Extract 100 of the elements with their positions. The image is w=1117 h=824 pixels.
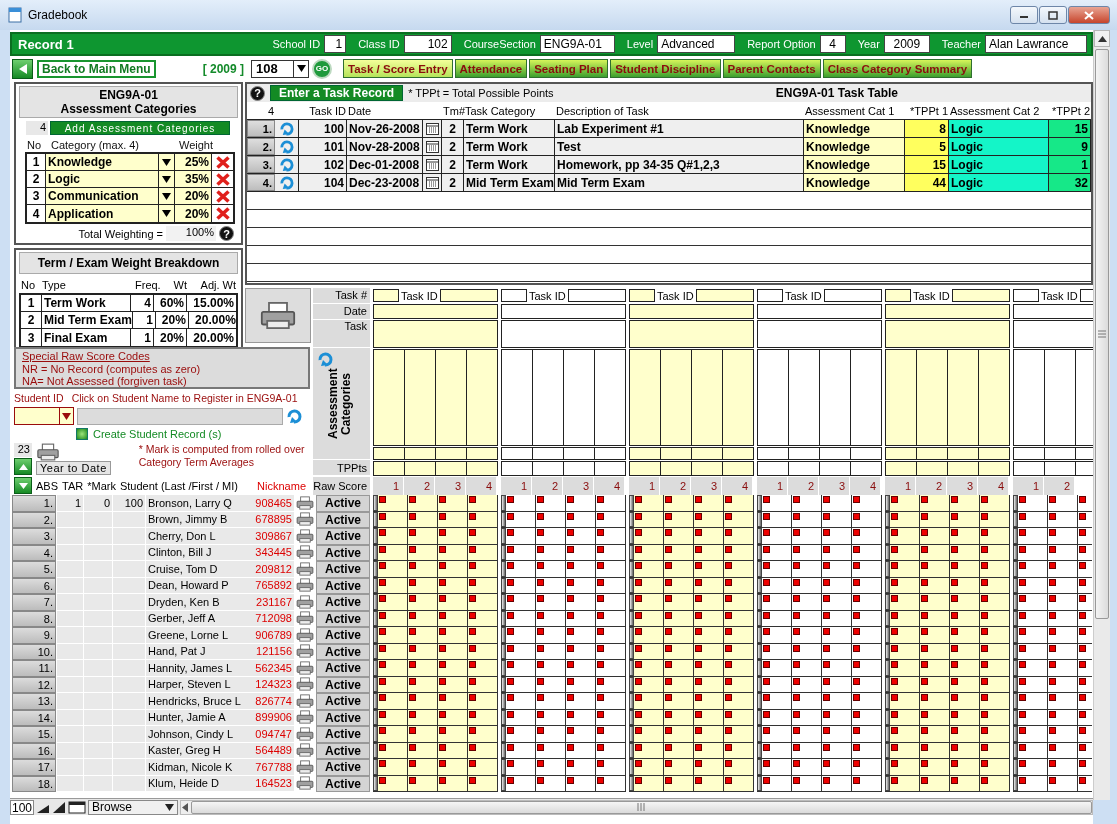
drag-handle[interactable] [629,627,634,643]
task-id-field[interactable] [695,289,754,302]
drag-handle[interactable] [1013,742,1018,758]
drag-handle[interactable] [501,511,506,527]
calendar-icon[interactable] [425,158,439,171]
drag-handle[interactable] [629,676,634,692]
printer-icon[interactable] [296,545,314,560]
student-name-cell[interactable]: Cruise, Tom D 209812 [146,561,294,578]
task-id-field[interactable] [951,289,1010,302]
drag-handle[interactable] [1013,577,1018,593]
drag-handle[interactable] [1013,709,1018,725]
drag-handle[interactable] [885,726,890,742]
help-icon[interactable]: ? [219,226,234,241]
maximize-button[interactable] [1039,6,1067,24]
drag-handle[interactable] [885,660,890,676]
drag-handle[interactable] [1013,511,1018,527]
status-button[interactable]: Active [316,627,370,644]
drag-handle[interactable] [1013,610,1018,626]
drag-handle[interactable] [501,693,506,709]
task-id-field[interactable] [567,289,626,302]
mode-dropdown[interactable]: Browse [88,799,179,815]
printer-icon[interactable] [296,528,314,543]
drag-handle[interactable] [757,643,762,659]
drag-handle[interactable] [885,709,890,725]
close-icon[interactable] [1084,10,1094,20]
drag-handle[interactable] [757,660,762,676]
student-name[interactable]: Cherry, Don L [148,529,216,542]
drag-handle[interactable] [885,561,890,577]
input-field[interactable]: 1 [324,35,347,53]
drag-handle[interactable] [1013,676,1018,692]
student-name[interactable]: Bronson, Larry Q [148,496,232,509]
drag-handle[interactable] [757,594,762,610]
drag-handle[interactable] [373,676,378,692]
drag-handle[interactable] [501,594,506,610]
tab[interactable]: Class Category Summary [822,59,973,78]
drag-handle[interactable] [629,643,634,659]
drag-handle[interactable] [1013,660,1018,676]
dropdown-arrow-icon[interactable] [162,210,171,217]
student-name-cell[interactable]: Dryden, Ken B 231167 [146,594,294,611]
student-name-cell[interactable]: Greene, Lorne L 906789 [146,627,294,644]
caret-icon[interactable] [165,803,175,811]
drag-handle[interactable] [757,775,762,791]
drag-handle[interactable] [373,561,378,577]
drag-handle[interactable] [885,577,890,593]
drag-handle[interactable] [373,660,378,676]
grip-icon[interactable] [637,803,646,811]
calendar-icon[interactable] [425,122,439,135]
close-button[interactable] [1068,6,1110,24]
drag-handle[interactable] [373,726,378,742]
drag-handle[interactable] [757,495,762,511]
input-field[interactable]: ENG9A-01 [539,35,615,53]
tab[interactable]: Attendance [454,59,528,78]
tab[interactable]: Parent Contacts [722,59,821,78]
printer-icon[interactable] [296,743,314,758]
row-number-button[interactable]: 3. [12,528,56,545]
drag-handle[interactable] [885,775,890,791]
printer-icon[interactable] [296,578,314,593]
input-field[interactable]: 102 [403,35,452,53]
add-categories-button[interactable]: Add Assessment Categories [50,121,230,135]
drag-handle[interactable] [373,759,378,775]
drag-handle[interactable] [501,709,506,725]
student-name[interactable]: Cruise, Tom D [148,562,218,575]
row-number-button[interactable]: 1. [247,120,275,137]
drag-handle[interactable] [373,610,378,626]
date-field[interactable] [373,304,498,319]
student-name[interactable]: Brown, Jimmy B [148,513,228,526]
row-number-button[interactable]: 15. [12,726,56,743]
drag-handle[interactable] [629,775,634,791]
drag-handle[interactable] [373,577,378,593]
task-field[interactable] [885,320,1010,348]
drag-handle[interactable] [373,544,378,560]
drag-handle[interactable] [629,528,634,544]
drag-handle[interactable] [757,709,762,725]
row-number-button[interactable]: 4. [247,174,275,191]
drag-handle[interactable] [1013,759,1018,775]
category-field[interactable]: Communication [46,188,159,204]
down-triangle-icon[interactable] [18,482,28,489]
drag-handle[interactable] [501,610,506,626]
minimize-button[interactable] [1010,6,1038,24]
printer-icon[interactable] [296,627,314,642]
drag-handle[interactable] [757,726,762,742]
task-id-field[interactable] [439,289,498,302]
student-name-cell[interactable]: Bronson, Larry Q 908465 [146,495,294,512]
task-number-field[interactable] [629,289,655,302]
student-name[interactable]: Gerber, Jeff A [148,612,216,625]
drag-handle[interactable] [1013,693,1018,709]
drag-handle[interactable] [757,577,762,593]
printer-icon[interactable] [296,561,314,576]
drag-handle[interactable] [501,577,506,593]
printer-icon[interactable] [296,594,314,609]
row-number-button[interactable]: 9. [12,627,56,644]
student-name[interactable]: Harper, Steven L [148,678,231,691]
printer-icon[interactable] [296,512,314,527]
drag-handle[interactable] [757,544,762,560]
drag-handle[interactable] [629,726,634,742]
refresh-icon[interactable] [279,157,294,172]
drag-handle[interactable] [501,495,506,511]
drag-handle[interactable] [629,660,634,676]
drag-handle[interactable] [885,676,890,692]
drag-handle[interactable] [629,561,634,577]
